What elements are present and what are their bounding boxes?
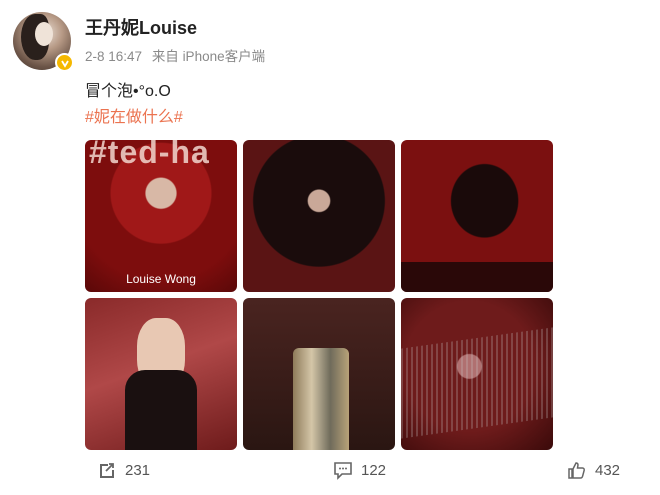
username[interactable]: 王丹妮Louise xyxy=(85,14,197,40)
comment-count: 122 xyxy=(361,461,387,479)
post-source: 来自 iPhone客户端 xyxy=(151,49,266,64)
photo-grid: #ted-ha Louise Wong xyxy=(85,140,553,450)
photo-caption: Louise Wong xyxy=(126,272,196,286)
post-meta: 2-8 16:47 来自 iPhone客户端 xyxy=(85,45,271,65)
avatar-face xyxy=(35,22,53,46)
photo-5[interactable] xyxy=(243,298,395,450)
photo-6[interactable] xyxy=(401,298,553,450)
photo-dress xyxy=(125,370,197,450)
photo-floor xyxy=(401,262,553,292)
comment-icon xyxy=(334,462,352,480)
repost-count: 231 xyxy=(125,461,151,479)
photo-2[interactable] xyxy=(243,140,395,292)
photo-1[interactable]: #ted-ha Louise Wong xyxy=(85,140,237,292)
photo-4[interactable] xyxy=(85,298,237,450)
post-text: 冒个泡•°o.O xyxy=(85,83,171,100)
comment-button[interactable]: 122 xyxy=(333,460,386,480)
post-date[interactable]: 2-8 16:47 xyxy=(85,49,142,64)
photo-3[interactable] xyxy=(401,140,553,292)
like-icon xyxy=(568,462,585,479)
like-button[interactable]: 432 xyxy=(567,460,620,480)
photo-overlay-text: #ted-ha xyxy=(89,140,210,170)
action-bar: 231 122 432 xyxy=(0,460,660,490)
photo-gown xyxy=(293,348,349,450)
photo-veil xyxy=(401,327,553,439)
like-count: 432 xyxy=(595,461,621,479)
repost-button[interactable]: 231 xyxy=(97,460,150,480)
verified-icon xyxy=(55,53,74,72)
repost-icon xyxy=(100,463,114,478)
hashtag-link[interactable]: #妮在做什么# xyxy=(85,103,183,127)
